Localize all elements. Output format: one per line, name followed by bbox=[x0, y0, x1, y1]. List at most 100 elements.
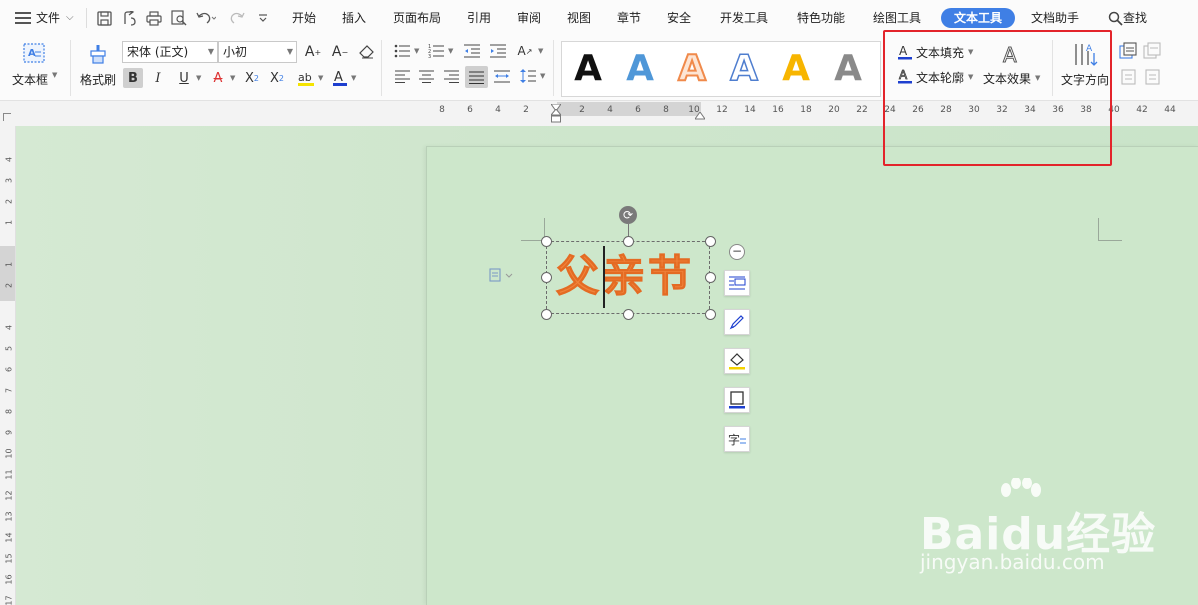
ruler-tick-label: 6 bbox=[467, 105, 473, 115]
vertical-ruler[interactable]: 4 3 2 1 1 2 4 5 6 7 8 9 10 11 12 13 14 15 16 17 bbox=[0, 126, 16, 605]
redo-icon[interactable] bbox=[228, 9, 246, 27]
textbox-button[interactable]: 文本框 bbox=[12, 71, 48, 88]
chevron-down-icon[interactable]: ▼ bbox=[351, 74, 356, 82]
rotate-handle[interactable]: ⟳ bbox=[619, 206, 637, 224]
subscript-button[interactable]: X2 bbox=[267, 68, 287, 88]
text-style-gray[interactable]: A bbox=[828, 46, 868, 92]
resize-handle-bottom-left[interactable] bbox=[541, 309, 552, 320]
resize-handle-left[interactable] bbox=[541, 272, 552, 283]
print-icon[interactable] bbox=[145, 9, 163, 27]
decrease-font-size-icon[interactable]: A − bbox=[330, 42, 350, 62]
distributed-align-icon[interactable] bbox=[492, 66, 512, 86]
chevron-down-icon[interactable]: ⌵ bbox=[66, 10, 74, 26]
chevron-down-icon[interactable]: ▼ bbox=[230, 74, 235, 82]
clear-format-icon[interactable] bbox=[356, 42, 376, 62]
format-painter-icon[interactable] bbox=[86, 41, 110, 65]
customize-toolbar-icon[interactable] bbox=[254, 9, 272, 27]
resize-handle-top-left[interactable] bbox=[541, 236, 552, 247]
text-style-white-outline[interactable]: A bbox=[724, 46, 764, 92]
ruler-tick-label: 5 bbox=[4, 345, 14, 352]
tab-view[interactable]: 视图 bbox=[567, 10, 591, 26]
search-label[interactable]: 查找 bbox=[1123, 10, 1147, 26]
strikethrough-button[interactable]: A bbox=[208, 68, 228, 88]
previous-textbox-icon[interactable] bbox=[1119, 68, 1137, 86]
resize-handle-bottom[interactable] bbox=[623, 309, 634, 320]
highlight-icon[interactable]: ab bbox=[296, 68, 316, 88]
align-right-icon[interactable] bbox=[441, 66, 461, 86]
tab-page-layout[interactable]: 页面布局 bbox=[393, 10, 441, 26]
format-painter-button[interactable]: 格式刷 bbox=[80, 71, 116, 88]
save-icon[interactable] bbox=[95, 9, 113, 27]
resize-handle-top-right[interactable] bbox=[705, 236, 716, 247]
tab-stop-icon[interactable] bbox=[3, 113, 11, 121]
wordart-text[interactable]: 父亲节 bbox=[556, 250, 694, 304]
tab-references[interactable]: 引用 bbox=[467, 10, 491, 26]
pen-style-icon[interactable] bbox=[724, 309, 750, 335]
tab-text-tools[interactable]: 文本工具 bbox=[941, 8, 1015, 28]
text-style-orange-outline[interactable]: A bbox=[672, 46, 712, 92]
underline-button[interactable]: U bbox=[174, 68, 194, 88]
text-styles-gallery[interactable]: A A A A A A bbox=[561, 41, 881, 97]
break-link-icon[interactable] bbox=[1143, 42, 1161, 60]
font-name-select[interactable]: 宋体 (正文) ▼ bbox=[122, 41, 218, 63]
align-center-icon[interactable] bbox=[416, 66, 436, 86]
text-style-black[interactable]: A bbox=[568, 46, 608, 92]
line-spacing-icon[interactable] bbox=[518, 66, 538, 86]
print-preview-icon[interactable] bbox=[170, 9, 188, 27]
red-highlight-annotation bbox=[883, 30, 1112, 166]
decrease-indent-icon[interactable] bbox=[462, 41, 482, 61]
bullet-list-icon[interactable] bbox=[392, 41, 412, 61]
ruler-tick-label: 18 bbox=[800, 105, 812, 115]
bold-button[interactable]: B bbox=[123, 68, 143, 88]
tab-chapter[interactable]: 章节 bbox=[617, 10, 641, 26]
layout-options-icon[interactable] bbox=[489, 268, 513, 286]
ruler-tick-label: 16 bbox=[4, 574, 14, 585]
textbox-link-icon[interactable] bbox=[1119, 42, 1137, 60]
numbered-list-icon[interactable]: 123 bbox=[426, 41, 446, 61]
increase-font-size-icon[interactable]: A + bbox=[303, 42, 323, 62]
superscript-button[interactable]: X2 bbox=[242, 68, 262, 88]
tab-doc-assistant[interactable]: 文档助手 bbox=[1031, 10, 1079, 26]
increase-indent-icon[interactable] bbox=[488, 41, 508, 61]
resize-handle-bottom-right[interactable] bbox=[705, 309, 716, 320]
justify-icon[interactable] bbox=[465, 66, 488, 88]
hanging-indent-marker[interactable] bbox=[549, 108, 563, 123]
tab-security[interactable]: 安全 bbox=[667, 10, 691, 26]
chevron-down-icon[interactable]: ▼ bbox=[538, 47, 543, 55]
search-icon[interactable] bbox=[1106, 9, 1124, 27]
chevron-down-icon[interactable]: ▼ bbox=[414, 47, 419, 55]
next-textbox-icon[interactable] bbox=[1143, 68, 1161, 86]
resize-handle-right[interactable] bbox=[705, 272, 716, 283]
resize-handle-top[interactable] bbox=[623, 236, 634, 247]
tab-insert[interactable]: 插入 bbox=[342, 10, 366, 26]
chevron-down-icon[interactable]: ▼ bbox=[318, 74, 323, 82]
text-direction-small-icon[interactable]: A ↗ bbox=[515, 41, 535, 61]
file-menu[interactable]: 文件 bbox=[36, 10, 60, 26]
text-style-yellow[interactable]: A bbox=[776, 46, 816, 92]
font-color-icon[interactable]: A bbox=[330, 68, 350, 88]
right-indent-marker[interactable] bbox=[694, 109, 706, 120]
textbox-icon[interactable]: A bbox=[22, 41, 46, 65]
chevron-down-icon[interactable]: ▼ bbox=[52, 71, 57, 79]
tab-review[interactable]: 审阅 bbox=[517, 10, 541, 26]
collapse-toolbar-button[interactable]: − bbox=[729, 244, 745, 260]
undo-icon[interactable] bbox=[195, 9, 217, 27]
chevron-down-icon[interactable]: ▼ bbox=[196, 74, 201, 82]
tab-drawing-tools[interactable]: 绘图工具 bbox=[873, 10, 921, 26]
tab-special-features[interactable]: 特色功能 bbox=[797, 10, 845, 26]
border-outline-icon[interactable] bbox=[724, 387, 750, 413]
font-size-select[interactable]: 小初 ▼ bbox=[218, 41, 297, 63]
tab-developer[interactable]: 开发工具 bbox=[720, 10, 768, 26]
chevron-down-icon[interactable]: ▼ bbox=[448, 47, 453, 55]
italic-button[interactable]: I bbox=[148, 68, 168, 88]
fill-bucket-icon[interactable] bbox=[724, 348, 750, 374]
output-pdf-icon[interactable] bbox=[120, 9, 138, 27]
hamburger-icon[interactable] bbox=[14, 9, 32, 27]
align-left-icon[interactable] bbox=[392, 66, 412, 86]
text-style-blue[interactable]: A bbox=[620, 46, 660, 92]
layout-wrap-icon[interactable] bbox=[724, 270, 750, 296]
first-line-indent-marker[interactable] bbox=[550, 101, 562, 112]
character-format-icon[interactable]: 字 bbox=[724, 426, 750, 452]
tab-home[interactable]: 开始 bbox=[292, 10, 316, 26]
chevron-down-icon[interactable]: ▼ bbox=[540, 72, 545, 80]
